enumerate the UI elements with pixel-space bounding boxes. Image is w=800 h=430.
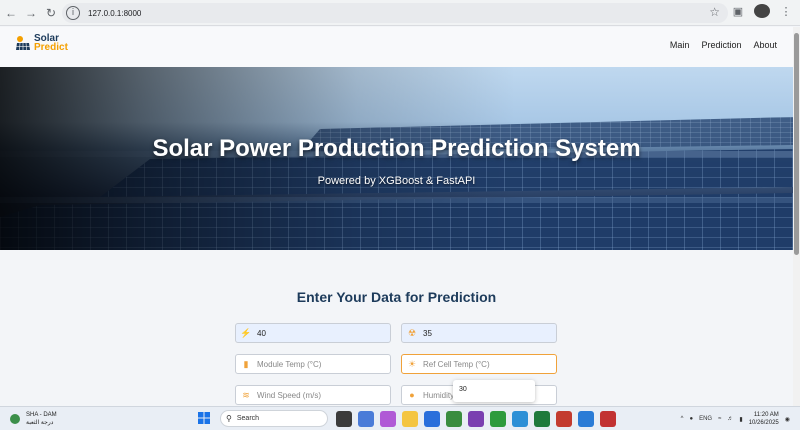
extensions-icon[interactable]: ▣ (730, 5, 746, 18)
wind-icon: ≋ (242, 389, 250, 400)
site-info-icon[interactable]: i (66, 6, 80, 20)
bolt-icon: ⚡ (240, 327, 252, 338)
field-placeholder: Humidity (423, 390, 455, 400)
wind-speed-input[interactable]: ≋ Wind Speed (m/s) (235, 385, 391, 405)
hero-title: Solar Power Production Prediction System (152, 135, 641, 162)
browser-toolbar: ← → ↻ i 127.0.0.1:8000 ☆ ▣ ⋮ (0, 0, 800, 26)
taskbar-apps (336, 411, 616, 427)
field-value: 35 (423, 328, 432, 338)
telegram-icon[interactable] (512, 411, 528, 427)
hero-banner: Solar Power Production Prediction System… (0, 67, 793, 250)
taskbar-search[interactable]: ⚲ Search (220, 410, 328, 427)
autocomplete-option[interactable]: 30 (459, 386, 467, 393)
tray-chevron-icon[interactable]: ^ (681, 416, 684, 422)
search-placeholder: Search (236, 415, 260, 422)
ambient-temp-input[interactable]: ☢ 35 (401, 323, 557, 343)
xbox-icon[interactable] (490, 411, 506, 427)
autocomplete-dropdown[interactable]: 30 (453, 380, 535, 402)
field-placeholder: Module Temp (°C) (257, 359, 322, 369)
weather-location: SHA - DAM (26, 412, 57, 418)
main-nav: Main Prediction About (670, 40, 777, 50)
clock[interactable]: 11:20 AM 10/26/2025 (749, 411, 779, 427)
nav-link-main[interactable]: Main (670, 40, 690, 50)
search-icon: ⚲ (226, 414, 232, 423)
wifi-icon[interactable]: ≈ (718, 416, 721, 422)
language-indicator[interactable]: ENG (699, 416, 712, 422)
module-temp-input[interactable]: ▮ Module Temp (°C) (235, 354, 391, 374)
site-header: Solar Predict Main Prediction About (0, 27, 793, 67)
powerpoint-icon[interactable] (556, 411, 572, 427)
vscode-icon[interactable] (578, 411, 594, 427)
clock-time: 11:20 AM (753, 412, 779, 418)
windows-taskbar: SHA - DAM درجة الثعبة ⚲ Search ^ ● ENG ≈… (0, 406, 800, 430)
profile-avatar[interactable] (754, 4, 770, 18)
hero-subtitle: Powered by XGBoost & FastAPI (317, 175, 476, 187)
weather-widget[interactable]: SHA - DAM درجة الثعبة (10, 411, 57, 427)
microphone-icon[interactable]: ● (689, 416, 693, 422)
solar-panel-icon (16, 36, 30, 51)
field-placeholder: Ref Cell Temp (°C) (423, 359, 490, 369)
back-icon[interactable]: ← (2, 4, 20, 22)
url-text: 127.0.0.1:8000 (88, 8, 142, 18)
ref-cell-temp-input[interactable]: ☀ Ref Cell Temp (°C) (401, 354, 557, 374)
excel-icon[interactable] (534, 411, 550, 427)
app-icon-3[interactable] (600, 411, 616, 427)
volume-icon[interactable]: ♬ (727, 416, 733, 422)
sun-icon: ☀ (407, 358, 417, 369)
chrome-icon[interactable] (446, 411, 462, 427)
reload-icon[interactable]: ↻ (42, 4, 60, 22)
logo[interactable]: Solar Predict (15, 34, 68, 53)
address-bar[interactable]: i 127.0.0.1:8000 ☆ (62, 3, 728, 23)
windows-start-icon[interactable] (198, 412, 210, 424)
weather-icon (10, 414, 20, 424)
app-icon-1[interactable] (358, 411, 374, 427)
nav-link-about[interactable]: About (753, 40, 777, 50)
logo-text-predict: Predict (34, 42, 68, 53)
nav-link-prediction[interactable]: Prediction (701, 40, 741, 50)
bookmark-star-icon[interactable]: ☆ (709, 5, 720, 19)
menu-icon[interactable]: ⋮ (778, 5, 794, 18)
scrollbar-thumb[interactable] (794, 33, 799, 255)
field-placeholder: Wind Speed (m/s) (257, 390, 322, 400)
radiation-icon: ☢ (407, 327, 417, 338)
form-title: Enter Your Data for Prediction (296, 289, 497, 305)
file-explorer-icon[interactable] (402, 411, 418, 427)
battery-icon[interactable]: ▮ (739, 416, 742, 423)
edge-icon[interactable] (424, 411, 440, 427)
notifications-icon[interactable]: ◉ (785, 416, 790, 423)
forward-icon[interactable]: → (22, 4, 40, 22)
page-scrollbar[interactable] (793, 27, 800, 406)
droplet-icon: ● (409, 390, 415, 400)
field-value: 40 (257, 328, 266, 338)
irradiation-input[interactable]: ⚡ 40 (235, 323, 391, 343)
clock-date: 10/26/2025 (748, 420, 779, 426)
app-icon-2[interactable] (468, 411, 484, 427)
thermometer-icon: ▮ (243, 358, 249, 369)
task-view-icon[interactable] (336, 411, 352, 427)
system-tray: ^ ● ENG ≈ ♬ ▮ 11:20 AM 10/26/2025 ◉ (681, 411, 790, 427)
copilot-icon[interactable] (380, 411, 396, 427)
weather-detail: درجة الثعبة (26, 420, 54, 426)
